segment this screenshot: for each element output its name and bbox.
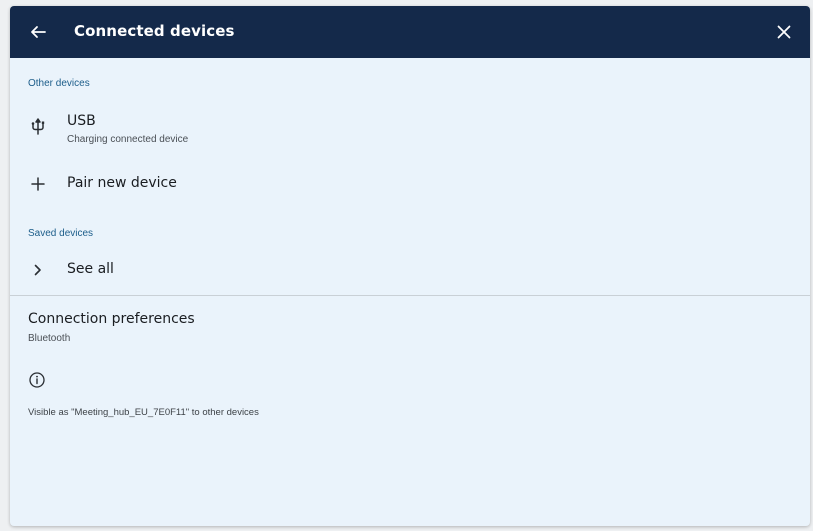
usb-icon <box>28 116 48 136</box>
visibility-info-text: Visible as "Meeting_hub_EU_7E0F11" to ot… <box>28 407 259 418</box>
close-icon[interactable] <box>772 20 796 44</box>
arrow-back-icon[interactable] <box>26 20 50 44</box>
connection-preferences-title[interactable]: Connection preferences <box>28 311 195 327</box>
other-devices-header: Other devices <box>28 78 90 89</box>
connection-preferences-subtitle: Bluetooth <box>28 333 71 344</box>
see-all-item[interactable]: See all <box>10 252 810 288</box>
usb-item[interactable]: USB Charging connected device <box>10 106 810 156</box>
info-icon <box>28 371 46 389</box>
see-all-label: See all <box>67 261 114 277</box>
divider <box>10 295 810 296</box>
app-bar: Connected devices <box>10 6 810 58</box>
usb-subtitle: Charging connected device <box>67 134 189 145</box>
settings-panel: Connected devices Other devices USB Char… <box>10 6 810 526</box>
saved-devices-header: Saved devices <box>28 228 94 239</box>
pair-new-device-item[interactable]: Pair new device <box>10 166 810 202</box>
page-title: Connected devices <box>74 22 235 40</box>
usb-title: USB <box>67 113 96 129</box>
plus-icon <box>28 174 48 194</box>
pair-new-device-label: Pair new device <box>67 175 177 191</box>
chevron-right-icon <box>28 260 48 280</box>
